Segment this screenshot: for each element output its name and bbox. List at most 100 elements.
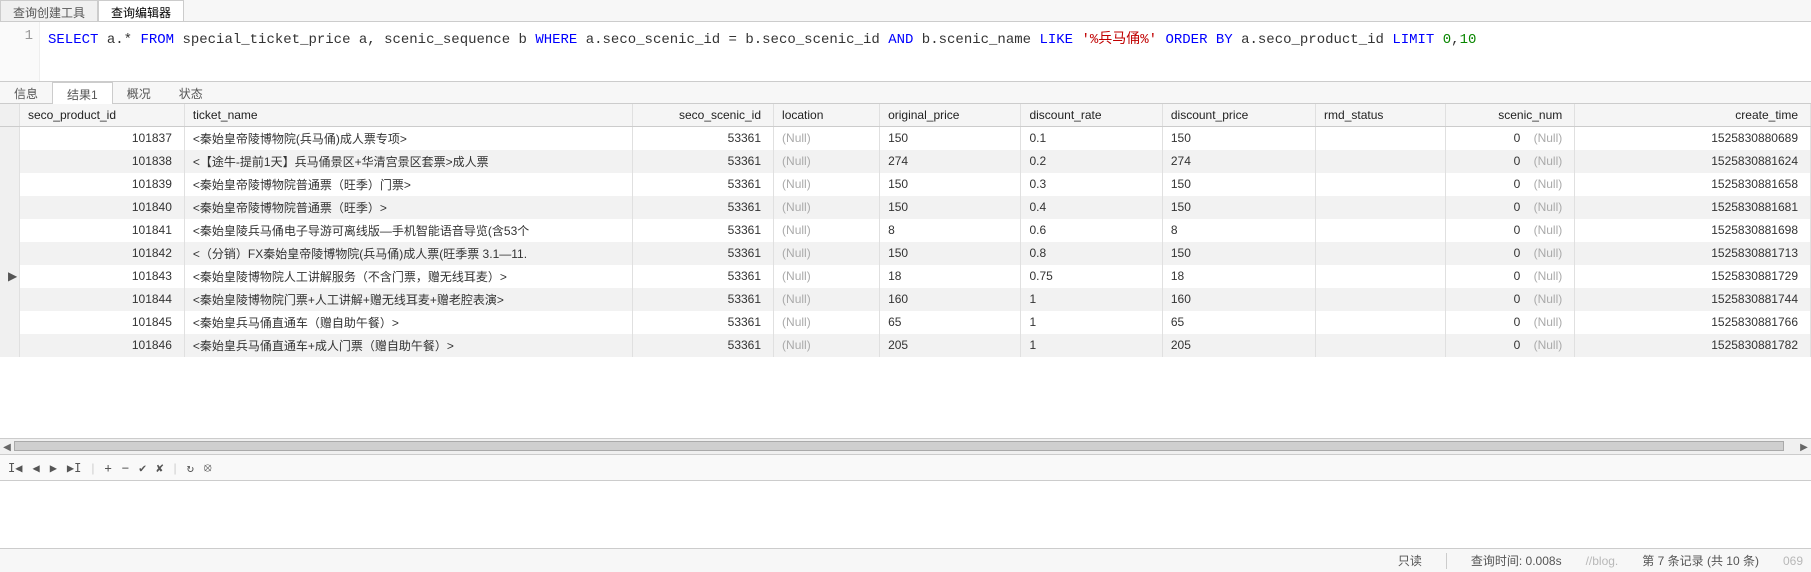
table-row[interactable]: 101840<秦始皇帝陵博物院普通票（旺季）>53361(Null)1500.4…: [0, 196, 1811, 219]
cell-rmd-status[interactable]: [1316, 219, 1446, 242]
cell-discount-price[interactable]: 8: [1162, 219, 1315, 242]
cell-seco-product-id[interactable]: 101845: [19, 311, 184, 334]
cell-seco-product-id[interactable]: 101842: [19, 242, 184, 265]
result-grid[interactable]: seco_product_id ticket_name seco_scenic_…: [0, 104, 1811, 439]
cell-ticket-name[interactable]: <（分销）FX秦始皇帝陵博物院(兵马俑)成人票(旺季票 3.1—11.: [184, 242, 632, 265]
tab-status[interactable]: 状态: [165, 82, 217, 103]
scroll-thumb[interactable]: [14, 441, 1784, 451]
cell-seco-scenic-id[interactable]: 53361: [632, 219, 773, 242]
cell-create-time[interactable]: 1525830880689: [1575, 126, 1811, 150]
cell-discount-rate[interactable]: 0.1: [1021, 126, 1162, 150]
cell-ticket-name[interactable]: <秦始皇兵马俑直通车+成人门票（赠自助午餐）>: [184, 334, 632, 357]
cell-discount-price[interactable]: 65: [1162, 311, 1315, 334]
cell-rmd-status[interactable]: [1316, 288, 1446, 311]
cell-discount-price[interactable]: 18: [1162, 265, 1315, 288]
cell-original-price[interactable]: 8: [880, 219, 1021, 242]
nav-first-button[interactable]: I◀: [8, 461, 22, 475]
cell-rmd-status[interactable]: [1316, 173, 1446, 196]
cell-create-time[interactable]: 1525830881729: [1575, 265, 1811, 288]
cell-rmd-status[interactable]: [1316, 242, 1446, 265]
cell-seco-product-id[interactable]: 101843: [19, 265, 184, 288]
cell-original-price[interactable]: 150: [880, 126, 1021, 150]
table-row[interactable]: 101844<秦始皇陵博物院门票+人工讲解+赠无线耳麦+赠老腔表演>53361(…: [0, 288, 1811, 311]
table-row[interactable]: ▶101843<秦始皇陵博物院人工讲解服务（不含门票，赠无线耳麦）>53361(…: [0, 265, 1811, 288]
nav-apply-button[interactable]: ✔: [139, 461, 146, 475]
cell-seco-scenic-id[interactable]: 53361: [632, 150, 773, 173]
cell-discount-price[interactable]: 150: [1162, 196, 1315, 219]
cell-original-price[interactable]: 150: [880, 173, 1021, 196]
cell-seco-product-id[interactable]: 101844: [19, 288, 184, 311]
cell-seco-scenic-id[interactable]: 53361: [632, 173, 773, 196]
cell-seco-product-id[interactable]: 101838: [19, 150, 184, 173]
tab-info[interactable]: 信息: [0, 82, 52, 103]
cell-original-price[interactable]: 274: [880, 150, 1021, 173]
col-scenic-num[interactable]: scenic_num: [1445, 104, 1575, 126]
col-ticket-name[interactable]: ticket_name: [184, 104, 632, 126]
cell-discount-price[interactable]: 274: [1162, 150, 1315, 173]
cell-scenic-num[interactable]: 0 (Null): [1445, 242, 1575, 265]
cell-ticket-name[interactable]: <秦始皇帝陵博物院普通票（旺季）>: [184, 196, 632, 219]
table-row[interactable]: 101846<秦始皇兵马俑直通车+成人门票（赠自助午餐）>53361(Null)…: [0, 334, 1811, 357]
cell-seco-scenic-id[interactable]: 53361: [632, 242, 773, 265]
cell-seco-scenic-id[interactable]: 53361: [632, 126, 773, 150]
nav-cancel-button[interactable]: ✘: [156, 461, 163, 475]
col-original-price[interactable]: original_price: [880, 104, 1021, 126]
cell-rmd-status[interactable]: [1316, 126, 1446, 150]
nav-refresh-button[interactable]: ↻: [187, 461, 194, 475]
cell-create-time[interactable]: 1525830881766: [1575, 311, 1811, 334]
cell-create-time[interactable]: 1525830881698: [1575, 219, 1811, 242]
cell-create-time[interactable]: 1525830881744: [1575, 288, 1811, 311]
cell-scenic-num[interactable]: 0 (Null): [1445, 334, 1575, 357]
cell-seco-product-id[interactable]: 101841: [19, 219, 184, 242]
cell-original-price[interactable]: 150: [880, 242, 1021, 265]
tab-profile[interactable]: 概况: [113, 82, 165, 103]
cell-original-price[interactable]: 205: [880, 334, 1021, 357]
scroll-right-icon[interactable]: ▶: [1797, 439, 1811, 455]
cell-discount-price[interactable]: 205: [1162, 334, 1315, 357]
cell-create-time[interactable]: 1525830881681: [1575, 196, 1811, 219]
cell-location[interactable]: (Null): [774, 334, 880, 357]
cell-original-price[interactable]: 150: [880, 196, 1021, 219]
cell-seco-product-id[interactable]: 101839: [19, 173, 184, 196]
nav-next-button[interactable]: ▶: [50, 461, 57, 475]
cell-discount-rate[interactable]: 1: [1021, 334, 1162, 357]
cell-discount-rate[interactable]: 0.4: [1021, 196, 1162, 219]
cell-ticket-name[interactable]: <秦始皇陵博物院门票+人工讲解+赠无线耳麦+赠老腔表演>: [184, 288, 632, 311]
cell-scenic-num[interactable]: 0 (Null): [1445, 219, 1575, 242]
cell-ticket-name[interactable]: <秦始皇陵博物院人工讲解服务（不含门票，赠无线耳麦）>: [184, 265, 632, 288]
col-create-time[interactable]: create_time: [1575, 104, 1811, 126]
cell-discount-rate[interactable]: 1: [1021, 288, 1162, 311]
tab-query-builder[interactable]: 查询创建工具: [0, 0, 98, 21]
cell-discount-price[interactable]: 150: [1162, 126, 1315, 150]
cell-location[interactable]: (Null): [774, 288, 880, 311]
cell-scenic-num[interactable]: 0 (Null): [1445, 265, 1575, 288]
cell-rmd-status[interactable]: [1316, 311, 1446, 334]
col-discount-rate[interactable]: discount_rate: [1021, 104, 1162, 126]
cell-location[interactable]: (Null): [774, 126, 880, 150]
cell-location[interactable]: (Null): [774, 311, 880, 334]
cell-discount-rate[interactable]: 0.8: [1021, 242, 1162, 265]
nav-stop-button[interactable]: ⦻: [204, 460, 212, 475]
cell-original-price[interactable]: 18: [880, 265, 1021, 288]
nav-last-button[interactable]: ▶I: [67, 461, 81, 475]
cell-location[interactable]: (Null): [774, 196, 880, 219]
cell-discount-price[interactable]: 160: [1162, 288, 1315, 311]
cell-rmd-status[interactable]: [1316, 150, 1446, 173]
cell-scenic-num[interactable]: 0 (Null): [1445, 150, 1575, 173]
cell-rmd-status[interactable]: [1316, 196, 1446, 219]
horizontal-scrollbar[interactable]: ◀ ▶: [0, 439, 1811, 455]
table-row[interactable]: 101845<秦始皇兵马俑直通车（赠自助午餐）>53361(Null)65165…: [0, 311, 1811, 334]
col-seco-product-id[interactable]: seco_product_id: [19, 104, 184, 126]
cell-ticket-name[interactable]: <秦始皇帝陵博物院普通票（旺季）门票>: [184, 173, 632, 196]
cell-discount-rate[interactable]: 0.2: [1021, 150, 1162, 173]
sql-text[interactable]: SELECT a.* FROM special_ticket_price a, …: [40, 22, 1484, 81]
cell-scenic-num[interactable]: 0 (Null): [1445, 173, 1575, 196]
cell-location[interactable]: (Null): [774, 173, 880, 196]
table-row[interactable]: 101842<（分销）FX秦始皇帝陵博物院(兵马俑)成人票(旺季票 3.1—11…: [0, 242, 1811, 265]
col-seco-scenic-id[interactable]: seco_scenic_id: [632, 104, 773, 126]
cell-rmd-status[interactable]: [1316, 334, 1446, 357]
table-row[interactable]: 101839<秦始皇帝陵博物院普通票（旺季）门票>53361(Null)150 0…: [0, 173, 1811, 196]
scroll-left-icon[interactable]: ◀: [0, 439, 14, 455]
sql-editor[interactable]: 1 SELECT a.* FROM special_ticket_price a…: [0, 22, 1811, 82]
cell-original-price[interactable]: 65: [880, 311, 1021, 334]
